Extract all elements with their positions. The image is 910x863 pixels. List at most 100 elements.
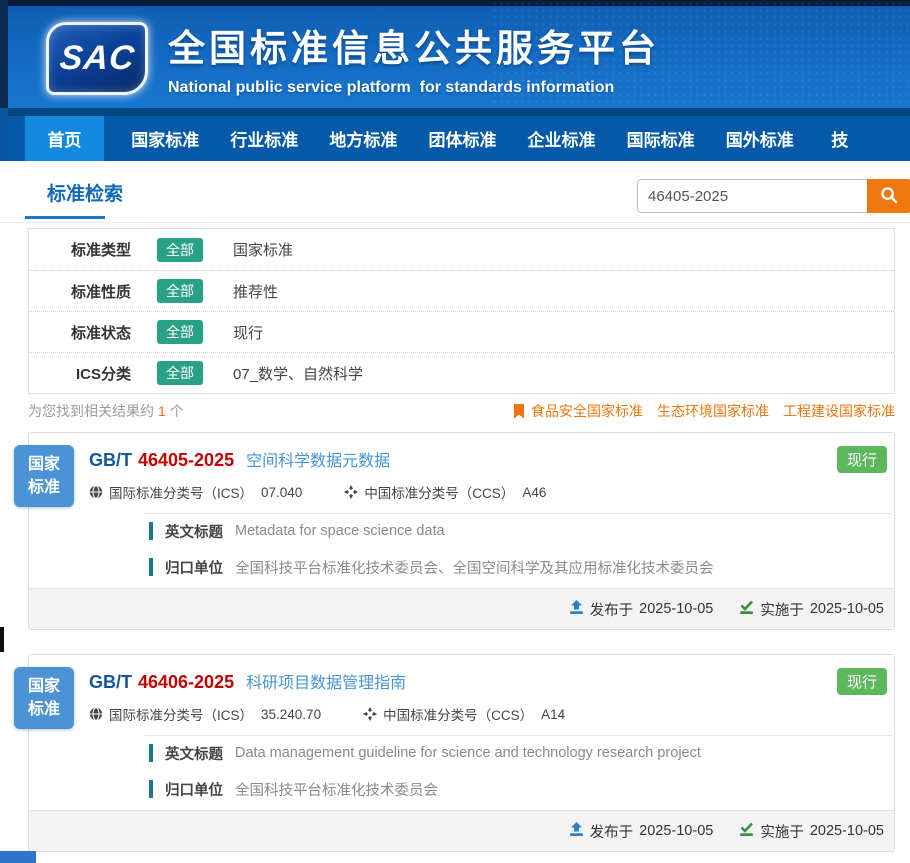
publish-label: 发布于 — [590, 599, 634, 620]
quick-link-engineering[interactable]: 工程建设国家标准 — [783, 401, 895, 421]
site-header: SAC 全国标准信息公共服务平台 National public service… — [0, 0, 910, 108]
header-edge — [0, 0, 8, 108]
english-title-value: Metadata for space science data — [235, 523, 445, 539]
filter-row-standard-type: 标准类型 全部 国家标准 — [29, 229, 894, 270]
nav-item-local-standards[interactable]: 地方标准 — [314, 116, 413, 161]
quick-links: 食品安全国家标准 生态环境国家标准 工程建设国家标准 — [513, 401, 895, 421]
english-title-label: 英文标题 — [165, 521, 223, 542]
header-titles: 全国标准信息公共服务平台 National public service pla… — [168, 18, 660, 97]
publish-date: 2025-10-05 — [639, 823, 713, 839]
publish-date-group: 发布于 2025-10-05 — [569, 821, 714, 842]
search-group — [637, 179, 910, 213]
filter-all-badge[interactable]: 全部 — [157, 279, 203, 303]
committee-label: 归口单位 — [165, 779, 223, 800]
nav-item-technical[interactable]: 技 — [809, 116, 910, 161]
ics-value: 35.240.70 — [261, 707, 321, 722]
status-badge: 现行 — [837, 668, 887, 695]
quick-link-food-safety[interactable]: 食品安全国家标准 — [531, 401, 643, 421]
filter-row-standard-status: 标准状态 全部 现行 — [29, 311, 894, 352]
nav-top-strip — [0, 108, 910, 116]
filter-option[interactable]: 国家标准 — [233, 239, 293, 260]
ribbon-text: 标准 — [28, 698, 60, 721]
implement-date-group: 实施于 2025-10-05 — [739, 599, 884, 620]
filter-option[interactable]: 现行 — [233, 322, 263, 343]
filter-label: 标准状态 — [43, 322, 131, 343]
ribbon-text: 国家 — [28, 675, 60, 698]
english-title-row: 英文标题 Metadata for space science data — [149, 521, 445, 541]
implement-date-group: 实施于 2025-10-05 — [739, 821, 884, 842]
classification-row: 国际标准分类号（ICS） 35.240.70 中国标准分类号（CCS） A14 — [89, 704, 565, 724]
filter-row-ics-category: ICS分类 全部 07_数学、自然科学 — [29, 352, 894, 393]
standard-title-link[interactable]: 空间科学数据元数据 — [246, 447, 390, 471]
sac-logo-text: SAC — [58, 39, 137, 78]
code-number: 46406-2025 — [138, 672, 234, 692]
code-prefix: GB/T — [89, 672, 132, 692]
committee-value: 全国科技平台标准化技术委员会、全国空间科学及其应用标准化技术委员会 — [235, 557, 714, 578]
filter-label: 标准性质 — [43, 281, 131, 302]
quick-link-eco-environment[interactable]: 生态环境国家标准 — [657, 401, 769, 421]
tick-bar — [149, 522, 153, 540]
nav-item-national-standards[interactable]: 国家标准 — [116, 116, 215, 161]
standard-code-link[interactable]: GB/T 46406-2025 — [89, 672, 234, 693]
committee-row: 归口单位 全国科技平台标准化技术委员会、全国空间科学及其应用标准化技术委员会 — [149, 557, 714, 577]
ics-label: 国际标准分类号（ICS） — [109, 482, 253, 502]
national-standard-ribbon: 国家 标准 — [14, 667, 74, 729]
filter-label: ICS分类 — [43, 363, 131, 384]
magnifier-icon — [880, 186, 898, 207]
standard-code-link[interactable]: GB/T 46405-2025 — [89, 450, 234, 471]
nav-item-home[interactable]: 首页 — [25, 116, 104, 161]
implement-label: 实施于 — [760, 821, 804, 842]
globe-icon — [89, 485, 103, 499]
nav-item-enterprise-standards[interactable]: 企业标准 — [512, 116, 611, 161]
ics-value: 07.040 — [261, 485, 302, 500]
upload-icon — [569, 822, 584, 841]
implement-date: 2025-10-05 — [810, 601, 884, 617]
card-footer: 发布于 2025-10-05 实施于 2025-10-05 — [29, 588, 894, 629]
ribbon-text: 标准 — [28, 476, 60, 499]
tab-underline — [25, 216, 105, 219]
nav-item-foreign-standards[interactable]: 国外标准 — [710, 116, 809, 161]
filter-panel: 标准类型 全部 国家标准 标准性质 全部 推荐性 标准状态 全部 现行 ICS分… — [28, 228, 895, 394]
card-title-row: GB/T 46406-2025 科研项目数据管理指南 — [89, 669, 406, 693]
tab-standard-search[interactable]: 标准检索 — [47, 179, 123, 206]
screen-artifact — [0, 627, 4, 652]
ccs-label: 中国标准分类号（CCS） — [383, 704, 533, 724]
divider — [144, 735, 892, 736]
main-nav: 首页 国家标准 行业标准 地方标准 团体标准 企业标准 国际标准 国外标准 技 — [0, 116, 910, 161]
sac-logo[interactable]: SAC — [46, 22, 148, 95]
globe-icon — [89, 707, 103, 721]
national-standard-ribbon: 国家 标准 — [14, 445, 74, 507]
filter-label: 标准类型 — [43, 239, 131, 260]
implement-date: 2025-10-05 — [810, 823, 884, 839]
code-number: 46405-2025 — [138, 450, 234, 470]
code-prefix: GB/T — [89, 450, 132, 470]
page: SAC 全国标准信息公共服务平台 National public service… — [0, 0, 910, 863]
site-subtitle: National public service platform for sta… — [168, 79, 660, 97]
screen-artifact — [0, 851, 36, 863]
card-title-row: GB/T 46405-2025 空间科学数据元数据 — [89, 447, 390, 471]
search-section: 标准检索 — [0, 161, 910, 223]
filter-all-badge[interactable]: 全部 — [157, 320, 203, 344]
filter-row-standard-nature: 标准性质 全部 推荐性 — [29, 270, 894, 311]
english-title-row: 英文标题 Data management guideline for scien… — [149, 743, 701, 763]
ccs-label: 中国标准分类号（CCS） — [364, 482, 514, 502]
filter-all-badge[interactable]: 全部 — [157, 238, 203, 262]
upload-icon — [569, 600, 584, 619]
publish-date-group: 发布于 2025-10-05 — [569, 599, 714, 620]
search-input[interactable] — [637, 179, 867, 213]
ccs-value: A14 — [541, 707, 565, 722]
filter-all-badge[interactable]: 全部 — [157, 361, 203, 385]
nav-item-international-standards[interactable]: 国际标准 — [611, 116, 710, 161]
standard-card: 国家 标准 GB/T46405-2025 空间科学数据元数据 现行 国际标准分类… — [28, 432, 895, 630]
english-title-value: Data management guideline for science an… — [235, 745, 701, 761]
standard-title-link[interactable]: 科研项目数据管理指南 — [246, 669, 406, 693]
nav-item-industry-standards[interactable]: 行业标准 — [215, 116, 314, 161]
divider — [144, 513, 892, 514]
filter-option[interactable]: 推荐性 — [233, 281, 278, 302]
result-count: 为您找到相关结果约1个 — [28, 401, 184, 421]
check-icon — [739, 822, 754, 841]
nav-item-group-standards[interactable]: 团体标准 — [413, 116, 512, 161]
search-button[interactable] — [867, 179, 910, 213]
filter-option[interactable]: 07_数学、自然科学 — [233, 363, 363, 384]
bookmark-icon — [513, 404, 525, 419]
